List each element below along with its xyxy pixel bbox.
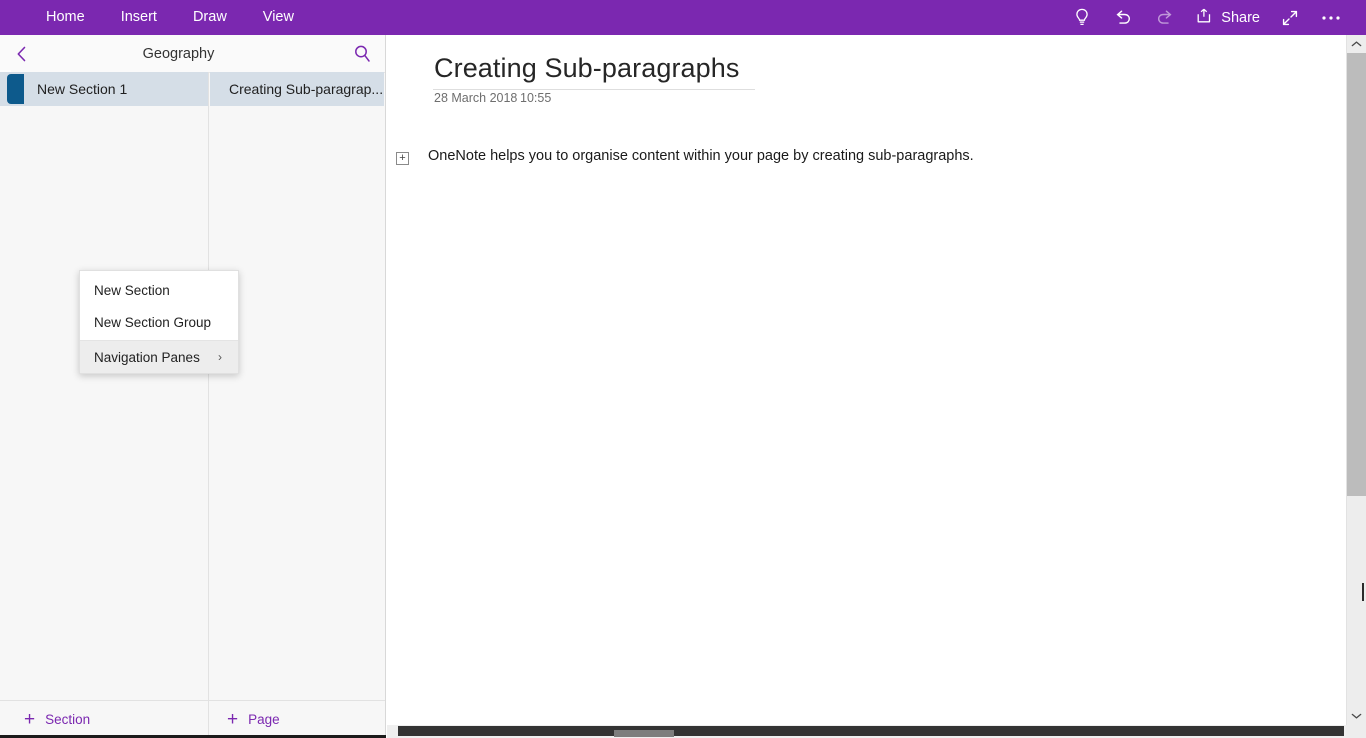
section-label: New Section 1 bbox=[37, 81, 128, 97]
expand-collapse-icon[interactable]: + bbox=[396, 152, 409, 165]
context-menu-label: New Section bbox=[94, 282, 170, 298]
scrollbar-corner bbox=[1346, 725, 1366, 738]
page-list-item[interactable]: Creating Sub-paragrap... bbox=[210, 72, 384, 106]
ribbon-tab-view[interactable]: View bbox=[245, 0, 312, 35]
add-section-button[interactable]: + Section bbox=[0, 701, 209, 738]
notebook-title: Geography bbox=[142, 45, 215, 62]
title-divider bbox=[433, 89, 755, 90]
vertical-scrollbar-thumb[interactable] bbox=[1347, 53, 1366, 496]
plus-icon: + bbox=[227, 709, 239, 730]
paragraph-text[interactable]: OneNote helps you to organise content wi… bbox=[428, 148, 974, 164]
redo-icon[interactable] bbox=[1144, 0, 1186, 35]
add-page-button[interactable]: + Page bbox=[210, 701, 385, 738]
search-icon[interactable] bbox=[339, 35, 385, 72]
scroll-down-icon[interactable] bbox=[1347, 707, 1366, 725]
share-icon bbox=[1196, 7, 1214, 28]
horizontal-scrollbar[interactable] bbox=[387, 725, 1346, 738]
vertical-scrollbar[interactable] bbox=[1346, 35, 1366, 725]
section-list: New Section 1 bbox=[0, 72, 209, 700]
context-menu-item-navigation-panes[interactable]: Navigation Panes › bbox=[80, 341, 238, 373]
context-menu-item-new-section[interactable]: New Section bbox=[80, 274, 238, 306]
page-metadata: 28 March 2018 10:55 bbox=[434, 91, 551, 105]
page-time[interactable]: 10:55 bbox=[520, 91, 551, 105]
onenote-window: Home Insert Draw View Share Geography Ne… bbox=[0, 0, 1366, 738]
fullscreen-icon[interactable] bbox=[1270, 0, 1310, 35]
plus-icon: + bbox=[24, 709, 36, 730]
page-date[interactable]: 28 March 2018 bbox=[434, 91, 520, 105]
more-options-icon[interactable] bbox=[1310, 0, 1352, 35]
add-bar: + Section + Page bbox=[0, 700, 385, 738]
page-label: Creating Sub-paragrap... bbox=[229, 81, 384, 97]
page-title[interactable]: Creating Sub-paragraphs bbox=[434, 53, 739, 84]
horizontal-scrollbar-thumb[interactable] bbox=[614, 730, 674, 737]
horizontal-scrollbar-track[interactable] bbox=[398, 726, 1344, 737]
add-section-label: Section bbox=[45, 712, 91, 727]
text-cursor-marker bbox=[1362, 583, 1364, 601]
ribbon-tab-list: Home Insert Draw View bbox=[28, 0, 312, 35]
section-color-tab bbox=[7, 74, 24, 104]
page-paragraph: + OneNote helps you to organise content … bbox=[396, 148, 974, 165]
lightbulb-icon[interactable] bbox=[1062, 0, 1102, 35]
share-label: Share bbox=[1221, 9, 1260, 26]
add-page-label: Page bbox=[248, 712, 280, 727]
context-menu-item-new-section-group[interactable]: New Section Group bbox=[80, 306, 238, 338]
ribbon-tab-draw[interactable]: Draw bbox=[175, 0, 245, 35]
section-list-item[interactable]: New Section 1 bbox=[0, 72, 208, 106]
page-list: Creating Sub-paragrap... bbox=[210, 72, 384, 700]
chevron-right-icon: › bbox=[218, 350, 222, 364]
notebook-header: Geography bbox=[0, 35, 385, 73]
section-context-menu: New Section New Section Group Navigation… bbox=[79, 270, 239, 374]
ribbon-tab-home[interactable]: Home bbox=[28, 0, 103, 35]
page-canvas[interactable]: Creating Sub-paragraphs 28 March 2018 10… bbox=[387, 35, 1366, 738]
scroll-up-icon[interactable] bbox=[1347, 35, 1366, 53]
ribbon-actions: Share bbox=[1062, 0, 1352, 35]
navigation-panel: Geography New Section 1 Creating Sub-par… bbox=[0, 35, 386, 738]
ribbon-tab-insert[interactable]: Insert bbox=[103, 0, 175, 35]
ribbon-bar: Home Insert Draw View Share bbox=[0, 0, 1366, 35]
context-menu-label: Navigation Panes bbox=[94, 349, 200, 365]
context-menu-label: New Section Group bbox=[94, 314, 212, 330]
share-button[interactable]: Share bbox=[1186, 0, 1270, 35]
undo-icon[interactable] bbox=[1102, 0, 1144, 35]
